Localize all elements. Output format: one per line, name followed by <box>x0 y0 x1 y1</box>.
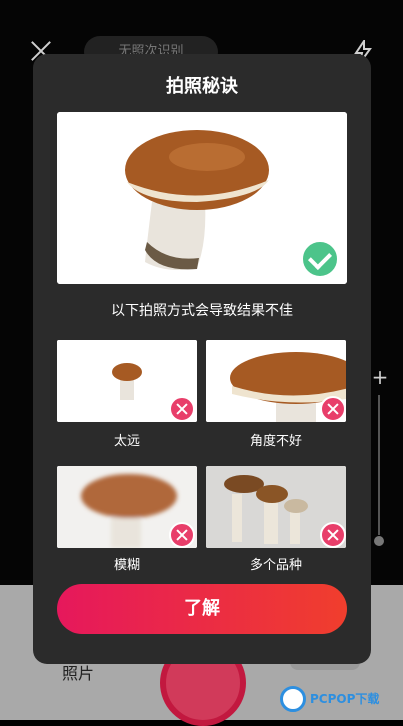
understand-button[interactable]: 了解 <box>57 584 347 634</box>
cross-icon <box>169 396 195 422</box>
cross-icon <box>320 396 346 422</box>
tile-label: 角度不好 <box>249 434 302 449</box>
watermark-text: PCPOP下载 <box>310 692 380 706</box>
photo-tips-dialog: 拍照秘诀 以下拍照方式会导致结果不佳 太远 角度不好 模糊 多个品种 了解 <box>33 54 371 664</box>
zoom-in-icon[interactable]: + <box>370 367 390 387</box>
bad-ways-hint: 以下拍照方式会导致结果不佳 <box>111 303 293 319</box>
watermark-logo-icon <box>280 686 306 712</box>
zoom-slider-handle[interactable] <box>374 536 384 546</box>
tile-label: 模糊 <box>113 558 140 573</box>
dialog-title: 拍照秘诀 <box>166 76 238 97</box>
check-icon <box>301 240 339 278</box>
tile-label: 多个品种 <box>249 558 302 573</box>
zoom-slider-track[interactable] <box>378 395 380 535</box>
tile-label: 太远 <box>113 434 140 449</box>
cross-icon <box>169 522 195 548</box>
watermark: PCPOP下载 <box>280 686 403 720</box>
cross-icon <box>320 522 346 548</box>
